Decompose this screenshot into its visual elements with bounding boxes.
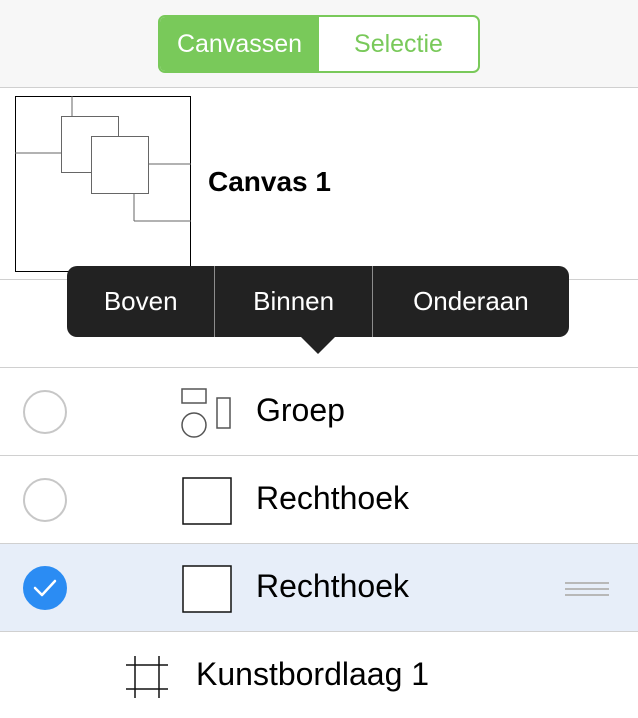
canvas-row[interactable]: Canvas 1	[0, 88, 638, 280]
group-shapes-icon	[181, 388, 231, 438]
header: Canvassen Selectie	[0, 0, 638, 88]
layer-label: Groep	[256, 392, 345, 428]
layer-select-radio[interactable]	[23, 478, 67, 522]
canvas-thumbnail-icon	[15, 96, 191, 272]
segmented-control: Canvassen Selectie	[158, 15, 480, 73]
canvas-name: Canvas 1	[208, 166, 331, 197]
rectangle-icon	[182, 477, 232, 525]
rectangle-icon	[182, 565, 232, 613]
layer-label: Rechthoek	[256, 480, 409, 516]
popover-arrow	[301, 337, 335, 354]
artboard-layer-row[interactable]: Kunstbordlaag 1	[0, 632, 638, 718]
layer-label: Rechthoek	[256, 568, 409, 604]
checkmark-icon	[33, 579, 57, 597]
layer-row-groep[interactable]: Groep	[0, 368, 638, 456]
layer-select-radio[interactable]	[23, 390, 67, 434]
layer-row-rechthoek[interactable]: Rechthoek	[0, 456, 638, 544]
layer-row-rechthoek-selected[interactable]: Rechthoek	[0, 544, 638, 632]
segment-selectie[interactable]: Selectie	[319, 17, 478, 71]
popover-item-onderaan[interactable]: Onderaan	[373, 266, 569, 337]
drag-handle-icon[interactable]	[565, 581, 609, 597]
popover-item-binnen[interactable]: Binnen	[215, 266, 371, 337]
popover-item-boven[interactable]: Boven	[67, 266, 214, 337]
layer-select-radio-checked[interactable]	[23, 566, 67, 610]
artboard-layer-label: Kunstbordlaag 1	[196, 656, 430, 692]
segment-canvassen[interactable]: Canvassen	[160, 17, 319, 71]
placement-popover: Boven Binnen Onderaan	[67, 266, 569, 337]
artboard-icon	[126, 656, 168, 698]
